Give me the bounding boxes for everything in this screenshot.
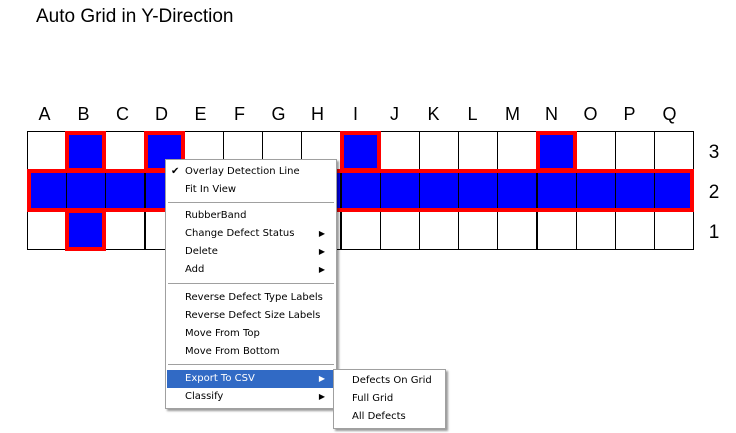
grid-cell-M3[interactable] (497, 131, 537, 171)
column-label: J (390, 104, 399, 124)
menu-separator (168, 364, 334, 366)
menu-item-move-from-top[interactable]: Move From Top (167, 325, 335, 343)
defect-outline (27, 169, 694, 212)
defect-outline (65, 209, 106, 251)
menu-separator (168, 283, 334, 285)
column-label: O (583, 104, 598, 124)
submenu-item-full-grid[interactable]: Full Grid (335, 390, 444, 408)
grid-cell-M1[interactable] (497, 210, 537, 250)
grid-cell-O1[interactable] (576, 210, 616, 250)
context-menu: ✔ Overlay Detection Line Fit In View Rub… (165, 159, 337, 409)
column-label: M (505, 104, 520, 124)
row-label: 2 (708, 182, 720, 203)
grid-cell-N1[interactable] (537, 210, 577, 250)
grid-cell-Q1[interactable] (654, 210, 694, 250)
grid-cell-K3[interactable] (419, 131, 459, 171)
defect-outline (340, 131, 381, 172)
submenu-arrow-icon: ▶ (318, 265, 325, 274)
menu-item-move-from-bottom[interactable]: Move From Bottom (167, 343, 335, 361)
menu-item-reverse-defect-size-labels[interactable]: Reverse Defect Size Labels (167, 307, 335, 325)
defect-outline (65, 131, 106, 172)
menu-item-delete[interactable]: Delete ▶ (167, 243, 335, 261)
submenu-item-defects-on-grid[interactable]: Defects On Grid (335, 372, 444, 390)
defect-outline (536, 131, 577, 172)
column-label: Q (662, 104, 677, 124)
submenu-arrow-icon: ▶ (318, 229, 325, 238)
menu-separator (168, 202, 334, 204)
submenu-arrow-icon: ▶ (318, 392, 325, 401)
grid-cell-L1[interactable] (458, 210, 498, 250)
column-label: K (427, 104, 440, 124)
menu-item-fit-in-view[interactable]: Fit In View (167, 181, 335, 199)
grid-cell-C1[interactable] (105, 210, 145, 250)
column-label: N (545, 104, 558, 124)
menu-item-classify[interactable]: Classify ▶ (167, 388, 335, 406)
grid-cell-A1[interactable] (27, 210, 67, 250)
column-label: D (155, 104, 168, 124)
column-label: I (352, 104, 358, 124)
menu-item-overlay-detection-line[interactable]: ✔ Overlay Detection Line (167, 163, 335, 181)
grid-cell-P1[interactable] (615, 210, 655, 250)
menu-item-export-to-csv[interactable]: Export To CSV ▶ (167, 370, 335, 388)
column-label: E (194, 104, 207, 124)
submenu-arrow-icon: ▶ (318, 247, 325, 256)
grid-cell-I1[interactable] (341, 210, 381, 250)
column-label: L (467, 104, 478, 124)
column-label: H (311, 104, 324, 124)
column-label: P (623, 104, 636, 124)
submenu-arrow-icon: ▶ (318, 374, 325, 383)
column-label: C (116, 104, 129, 124)
grid-cell-O3[interactable] (576, 131, 616, 171)
submenu-item-all-defects[interactable]: All Defects (335, 408, 444, 426)
column-labels: A B C D E F G H I J K L M N O P Q (0, 104, 736, 126)
menu-item-rubberband[interactable]: RubberBand (167, 207, 335, 225)
column-label: B (77, 104, 90, 124)
checkmark-icon: ✔ (171, 166, 180, 177)
export-submenu: Defects On Grid Full Grid All Defects (333, 369, 446, 429)
menu-item-reverse-defect-type-labels[interactable]: Reverse Defect Type Labels (167, 289, 335, 307)
column-label: G (271, 104, 286, 124)
grid-cell-J1[interactable] (380, 210, 420, 250)
column-label: F (234, 104, 245, 124)
menu-item-add[interactable]: Add ▶ (167, 261, 335, 279)
page-title: Auto Grid in Y-Direction (36, 6, 234, 27)
row-label: 3 (708, 142, 720, 163)
grid-cell-P3[interactable] (615, 131, 655, 171)
grid-cell-Q3[interactable] (654, 131, 694, 171)
grid-cell-A3[interactable] (27, 131, 67, 171)
row-label: 1 (708, 222, 720, 243)
defect-grid[interactable] (27, 131, 694, 251)
grid-cell-C3[interactable] (105, 131, 145, 171)
grid-cell-J3[interactable] (380, 131, 420, 171)
column-label: A (38, 104, 51, 124)
grid-cell-K1[interactable] (419, 210, 459, 250)
menu-item-change-defect-status[interactable]: Change Defect Status ▶ (167, 225, 335, 243)
grid-cell-L3[interactable] (458, 131, 498, 171)
